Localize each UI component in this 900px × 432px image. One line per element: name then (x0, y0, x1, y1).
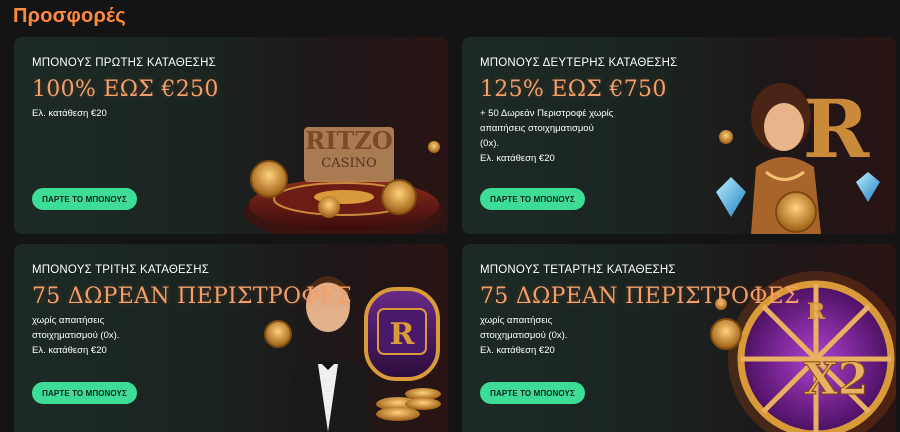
offer-amount: 100% ΕΩΣ €250 (32, 77, 219, 102)
offer-detail-line: Ελ. κατάθεση €20 (480, 153, 555, 164)
offer-detail-line: + 50 Δωρεάν Περιστροφέ χωρίς (480, 108, 614, 119)
offer-heading: ΜΠΟΝΟΥΣ ΤΕΤΑΡΤΗΣ ΚΑΤΑΘΕΣΗΣ (480, 264, 676, 276)
offer-card-fourth-deposit: R X2 ΜΠΟΝΟΥΣ ΤΕΤΑΡΤΗΣ ΚΑΤΑΘΕΣΗΣ 75 ΔΩΡΕΑ… (462, 244, 896, 432)
page-title: Προσφορές (13, 5, 126, 27)
offer-detail-line: στοιχηματισμού (0x). (480, 330, 568, 341)
offer-detail-line: στοιχηματισμού (0x). (32, 330, 120, 341)
offer-detail-line: χωρίς απαιτήσεις (480, 315, 553, 326)
offer-amount: 75 ΔΩΡΕΑΝ ΠΕΡΙΣΤΡΟΦΕΣ (480, 284, 800, 309)
offer-heading: ΜΠΟΝΟΥΣ ΔΕΥΤΕΡΗΣ ΚΑΤΑΘΕΣΗΣ (480, 57, 678, 69)
offer-detail-line: Ελ. κατάθεση €20 (32, 345, 107, 356)
claim-bonus-button[interactable]: ΠΑΡΤΕ ΤΟ ΜΠΟΝΟΥΣ (480, 382, 585, 404)
claim-bonus-button[interactable]: ΠΑΡΤΕ ΤΟ ΜΠΟΝΟΥΣ (480, 188, 585, 210)
r-letter-logo: R (390, 317, 416, 352)
woman-diamonds-illustration: R (716, 82, 880, 234)
r-letter-logo: R (803, 82, 870, 176)
croupier-slot-illustration: R (264, 276, 441, 432)
claim-bonus-button[interactable]: ΠΑΡΤΕ ΤΟ ΜΠΟΝΟΥΣ (32, 382, 137, 404)
offer-detail-line: Ελ. κατάθεση €20 (480, 345, 555, 356)
casino-logo-text: CASINO (321, 156, 376, 171)
offer-detail-line: (0x). (480, 138, 499, 149)
offer-detail-line: απαιτήσεις στοιχηματισμού (480, 123, 594, 134)
offer-card-second-deposit: R ΜΠΟΝΟΥΣ ΔΕΥΤΕΡΗΣ ΚΑΤΑΘΕΣΗΣ 125% ΕΩΣ €7… (462, 37, 896, 234)
offer-details: + 50 Δωρεάν Περιστροφέ χωρίς απαιτήσεις … (480, 106, 613, 166)
offer-card-first-deposit: RITZO CASINO ΜΠΟΝΟΥΣ ΠΡΩΤΗΣ ΚΑΤΑΘΕΣΗΣ 10… (14, 37, 448, 234)
offer-heading: ΜΠΟΝΟΥΣ ΠΡΩΤΗΣ ΚΑΤΑΘΕΣΗΣ (32, 57, 216, 69)
offer-heading: ΜΠΟΝΟΥΣ ΤΡΙΤΗΣ ΚΑΤΑΘΕΣΗΣ (32, 264, 210, 276)
x2-multiplier-text: X2 (804, 354, 869, 405)
offer-detail-line: χωρίς απαιτήσεις (32, 315, 105, 326)
offer-amount: 75 ΔΩΡΕΑΝ ΠΕΡΙΣΤΡΟΦΕΣ (32, 284, 352, 309)
r-letter-logo: R (807, 299, 826, 325)
casino-roulette-illustration: RITZO CASINO (244, 126, 444, 234)
ritzo-logo-text: RITZO (305, 126, 392, 155)
offer-detail-line: Ελ. κατάθεση €20 (32, 108, 107, 119)
offer-details: χωρίς απαιτήσεις στοιχηματισμού (0x). Ελ… (480, 313, 567, 358)
bonus-wheel-illustration: R X2 (710, 271, 896, 432)
offer-details: Ελ. κατάθεση €20 (32, 106, 107, 121)
offer-details: χωρίς απαιτήσεις στοιχηματισμού (0x). Ελ… (32, 313, 119, 358)
claim-bonus-button[interactable]: ΠΑΡΤΕ ΤΟ ΜΠΟΝΟΥΣ (32, 188, 137, 210)
offer-card-third-deposit: R ΜΠΟΝΟΥΣ ΤΡΙΤΗΣ ΚΑΤΑΘΕΣΗΣ 75 ΔΩΡΕΑΝ ΠΕΡ… (14, 244, 448, 432)
offer-amount: 125% ΕΩΣ €750 (480, 77, 667, 102)
